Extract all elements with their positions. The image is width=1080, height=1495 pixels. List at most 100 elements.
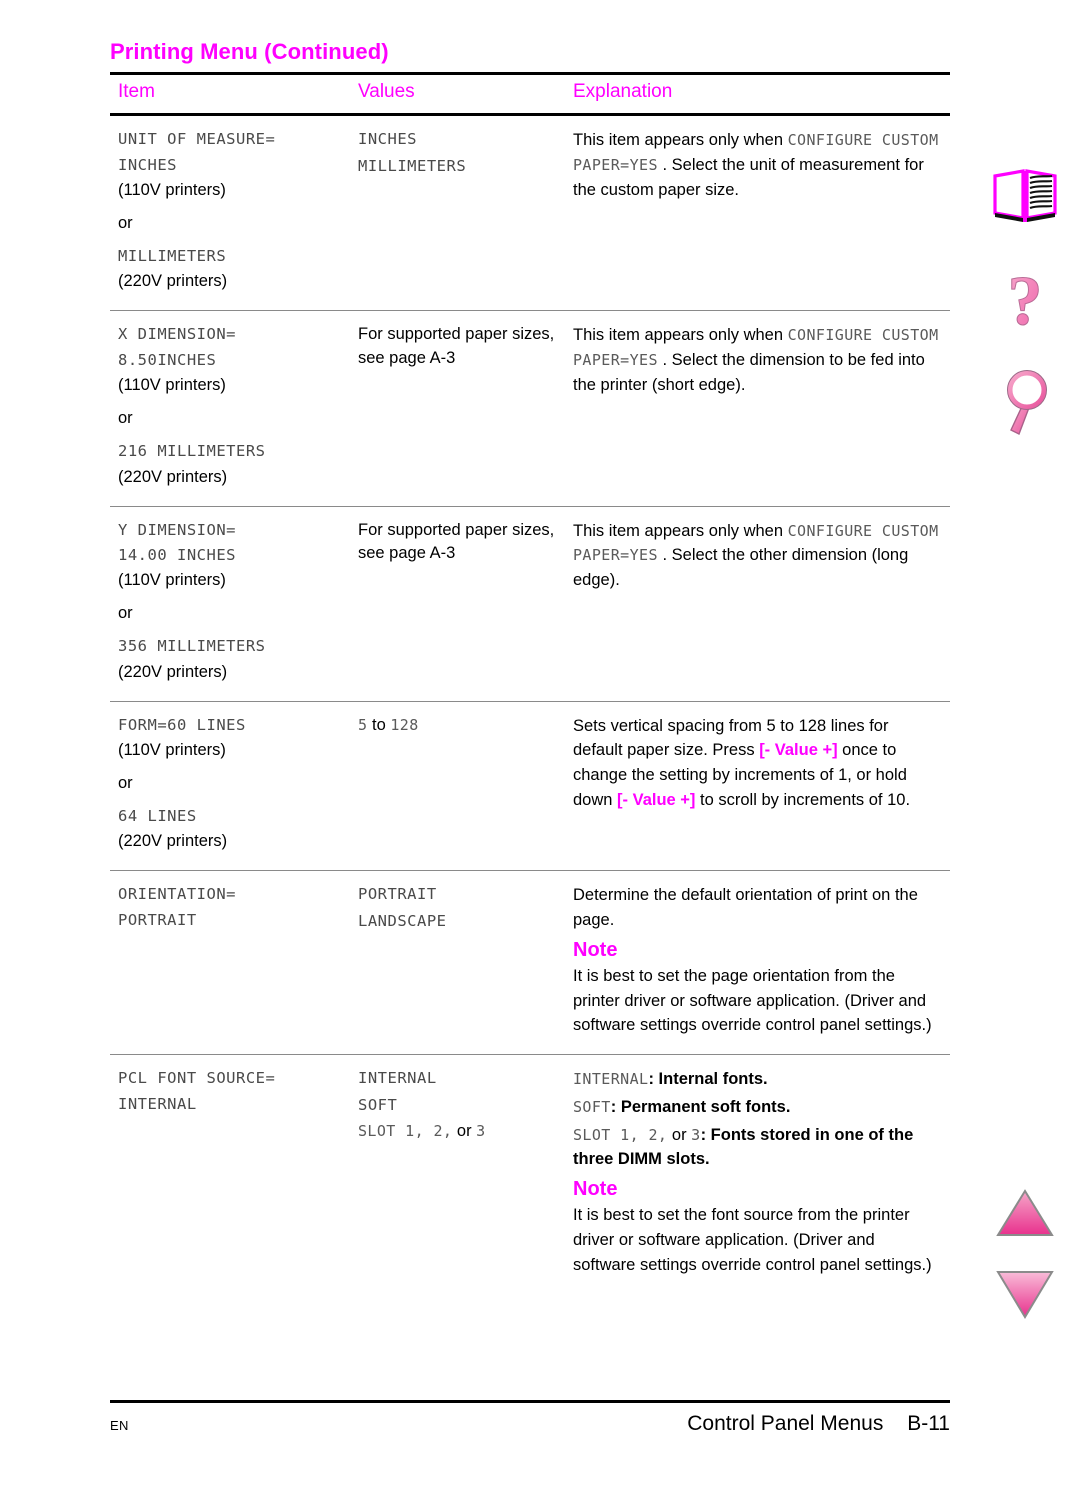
cell-values: For supported paper sizes, see page A-3 — [350, 505, 565, 702]
text: It is best to set the font source from t… — [573, 1206, 932, 1274]
cell-explanation: Determine the default orientation of pri… — [565, 870, 950, 1055]
table-header: Item Values Explanation — [110, 75, 950, 117]
menu-value-line: SLOT 1, 2, or 3 — [358, 1120, 555, 1144]
menu-item-lcd-line: 216 MILLIMETERS — [118, 442, 266, 461]
lcd-text: SLOT 1, 2, — [573, 1125, 668, 1144]
explanation-paragraph: This item appears only when CONFIGURE CU… — [573, 128, 940, 202]
menu-item-lcd-line: MILLIMETERS — [118, 246, 227, 265]
menu-item-lcd-line: INTERNAL — [118, 1094, 197, 1113]
value-range-word: to — [367, 715, 391, 734]
magnifier-icon[interactable] — [970, 368, 1080, 440]
explanation-paragraph: Sets vertical spacing from 5 to 128 line… — [573, 714, 940, 813]
page-footer: EN Control Panel Menus B-11 — [110, 1400, 950, 1436]
menu-item-note-line: (220V printers) — [118, 467, 228, 486]
cell-values: INTERNAL SOFT SLOT 1, 2, or 3 — [350, 1054, 565, 1294]
menu-value-line: PORTRAIT — [358, 885, 437, 904]
menu-item-lcd-line: PORTRAIT — [118, 910, 197, 929]
menu-item-lcd-line: INCHES — [118, 155, 177, 174]
arrow-down-icon[interactable] — [970, 1268, 1080, 1320]
explanation-paragraph: SOFT: Permanent soft fonts. — [573, 1095, 940, 1120]
page-content: Printing Menu (Continued) Item Values Ex… — [110, 39, 950, 1294]
value-slot-list: SLOT 1, 2, — [358, 1122, 453, 1141]
question-mark-icon[interactable]: ? — [970, 270, 1080, 342]
cell-item: PCL FONT SOURCE= INTERNAL — [110, 1054, 350, 1294]
arrow-up-icon[interactable] — [970, 1188, 1080, 1240]
cell-values: For supported paper sizes, see page A-3 — [350, 310, 565, 507]
explanation-paragraph: It is best to set the font source from t… — [573, 1203, 940, 1277]
control-panel-key[interactable]: [- Value +] — [759, 741, 837, 759]
explanation-paragraph: SLOT 1, 2, or 3: Fonts stored in one of … — [573, 1123, 940, 1173]
menu-item-note-line: or — [118, 604, 133, 623]
lcd-text: INTERNAL — [573, 1070, 649, 1089]
control-panel-key[interactable]: [- Value +] — [617, 791, 695, 809]
value-slot-last: 3 — [476, 1122, 486, 1141]
printing-menu-table: Item Values Explanation UNIT OF MEASURE=… — [110, 75, 950, 1294]
book-icon[interactable] — [970, 168, 1080, 226]
text: to scroll by increments of 10. — [695, 790, 911, 809]
menu-item-note-line: or — [118, 774, 133, 793]
menu-item-note-line: (110V printers) — [118, 376, 226, 395]
menu-item-lcd-line: PCL FONT SOURCE= — [118, 1069, 276, 1088]
column-header-values: Values — [358, 81, 415, 103]
menu-item-lcd-line: 356 MILLIMETERS — [118, 637, 266, 656]
menu-item-lcd-line: Y DIMENSION= — [118, 520, 236, 539]
cell-explanation: INTERNAL: Internal fonts. SOFT: Permanent… — [565, 1054, 950, 1294]
menu-item-note-line: (110V printers) — [118, 741, 226, 760]
menu-value-line: INCHES — [358, 130, 417, 149]
menu-value-line: For supported paper sizes, see page A-3 — [358, 520, 555, 563]
cell-values: INCHES MILLIMETERS — [350, 116, 565, 311]
menu-item-note-line: (220V printers) — [118, 272, 228, 291]
menu-item-lcd-line: 64 LINES — [118, 807, 197, 826]
menu-item-lcd-line: 14.00 INCHES — [118, 546, 236, 564]
cell-item: FORM=60 LINES (110V printers) or 64 LINES (2… — [110, 700, 350, 871]
cell-values: PORTRAIT LANDSCAPE — [350, 870, 565, 1055]
footer-language: EN — [110, 1418, 129, 1433]
table-row: X DIMENSION= 8.50INCHES (110V printers) or 2… — [110, 310, 950, 507]
menu-item-note-line: or — [118, 214, 133, 233]
cell-item: X DIMENSION= 8.50INCHES (110V printers) or 2… — [110, 310, 350, 507]
text: This item appears only when — [573, 326, 788, 345]
menu-item-lcd-line: FORM=60 LINES — [118, 715, 246, 734]
text: : Permanent soft fonts. — [610, 1097, 791, 1116]
text: This item appears only when — [573, 131, 788, 150]
table-row: FORM=60 LINES (110V printers) or 64 LINES (2… — [110, 700, 950, 871]
menu-item-lcd-line: UNIT OF MEASURE= — [118, 130, 276, 149]
navigation-rail: ? — [970, 0, 1080, 1495]
page-title: Printing Menu (Continued) — [110, 39, 389, 64]
cell-explanation: Sets vertical spacing from 5 to 128 line… — [565, 700, 950, 871]
cell-explanation: This item appears only when CONFIGURE CU… — [565, 310, 950, 507]
text: : Internal fonts. — [648, 1070, 768, 1089]
value-max: 128 — [390, 715, 419, 734]
cell-item: UNIT OF MEASURE= INCHES (110V printers) or M… — [110, 116, 350, 311]
footer-section-title: Control Panel Menus — [687, 1412, 884, 1435]
value-or-word: or — [452, 1122, 477, 1141]
svg-text:?: ? — [1008, 270, 1043, 340]
menu-item-lcd-line: 8.50INCHES — [118, 350, 217, 369]
menu-item-note-line: (220V printers) — [118, 662, 228, 681]
lcd-text: SOFT — [573, 1097, 611, 1116]
text: Determine the default orientation of pri… — [573, 886, 918, 930]
cell-explanation: This item appears only when CONFIGURE CU… — [565, 116, 950, 311]
explanation-paragraph: Determine the default orientation of pri… — [573, 883, 940, 933]
menu-value-line: INTERNAL — [358, 1069, 437, 1088]
column-header-explanation: Explanation — [573, 81, 673, 103]
menu-item-note-line: (110V printers) — [118, 181, 226, 200]
explanation-paragraph: This item appears only when CONFIGURE CU… — [573, 519, 940, 593]
explanation-paragraph: This item appears only when CONFIGURE CU… — [573, 323, 940, 397]
menu-value-line: LANDSCAPE — [358, 911, 447, 930]
footer-section-and-page: Control Panel Menus B-11 — [687, 1412, 950, 1436]
explanation-paragraph: It is best to set the page orientation f… — [573, 964, 940, 1038]
text: It is best to set the page orientation f… — [573, 966, 932, 1035]
table-row: ORIENTATION= PORTRAIT PORTRAIT LANDSCAPE Det… — [110, 870, 950, 1055]
menu-value-line: For supported paper sizes, see page A-3 — [358, 325, 555, 368]
cell-item: ORIENTATION= PORTRAIT — [110, 870, 350, 1055]
table-row: Y DIMENSION= 14.00 INCHES (110V printers) o… — [110, 505, 950, 702]
menu-item-note-line: (220V printers) — [118, 832, 228, 851]
footer-rule — [110, 1400, 950, 1403]
